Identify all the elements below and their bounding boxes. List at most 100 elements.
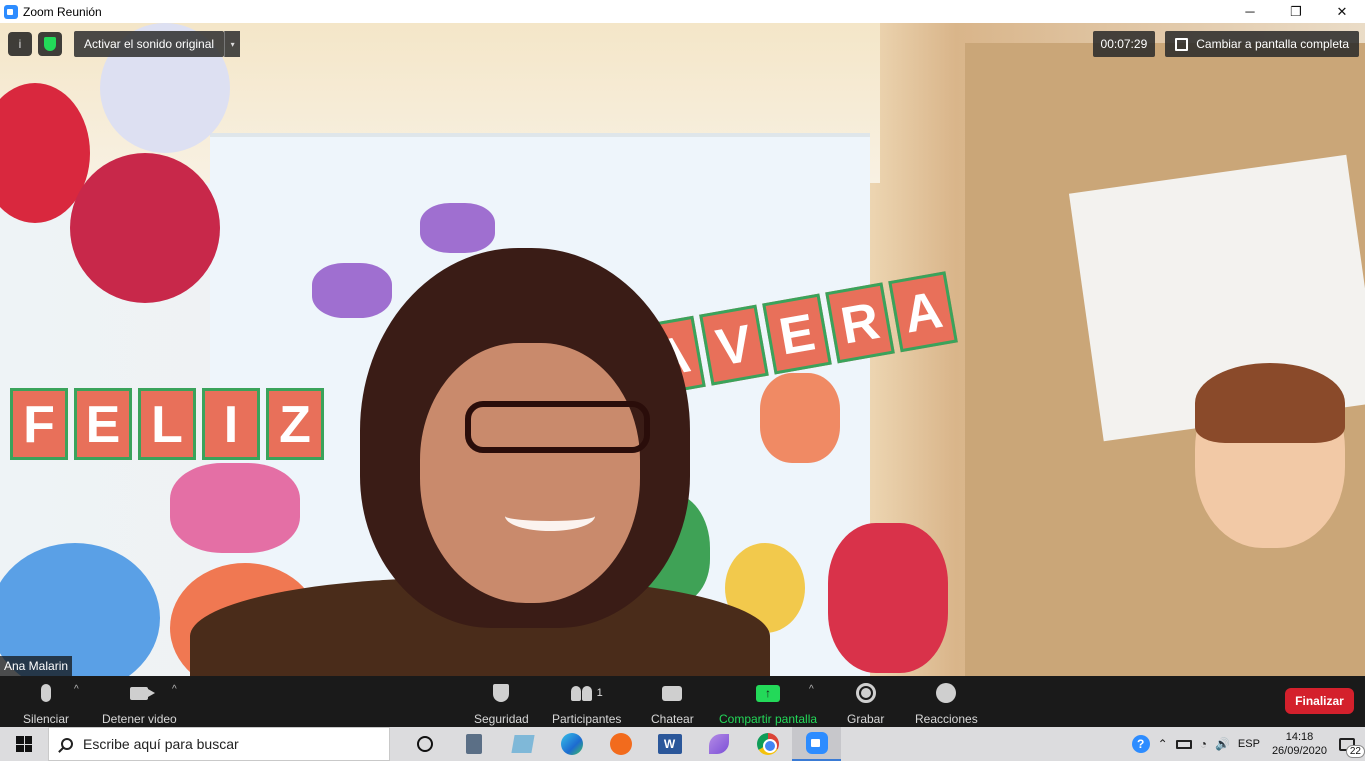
security-shield-icon [493, 684, 510, 702]
banner-letter: I [202, 388, 260, 460]
red-paper-flower [70, 153, 220, 303]
search-placeholder: Escribe aquí para buscar [83, 736, 239, 752]
action-center-button[interactable]: 22 [1335, 732, 1365, 758]
participants-button[interactable]: 1 Participantes [552, 680, 621, 726]
person-glasses [465, 401, 650, 453]
taskbar-app-sticky-notes[interactable] [498, 727, 547, 761]
share-screen-label: Compartir pantalla [719, 712, 818, 726]
taskbar-apps: W [400, 727, 841, 761]
share-screen-icon: ↑ [756, 684, 781, 702]
banner-letter: Z [266, 388, 324, 460]
microphone-icon [41, 684, 52, 702]
taskbar-app-word[interactable]: W [645, 727, 694, 761]
participants-icon [570, 685, 593, 701]
show-hidden-icons-chevron-icon[interactable]: ⌃ [1158, 737, 1168, 751]
volume-icon[interactable]: 🔊 [1215, 737, 1230, 751]
banner-letter: E [762, 293, 832, 375]
zoom-app-icon [4, 4, 18, 19]
windows-taskbar: Escribe aquí para buscar W ? ⌃ ◔ 🔊 ESP 1… [0, 727, 1365, 761]
help-icon[interactable]: ? [1131, 735, 1150, 753]
search-icon [61, 738, 73, 750]
mute-button[interactable]: Silenciar [23, 680, 69, 726]
record-label: Grabar [847, 712, 885, 726]
maximize-button[interactable]: ❐ [1273, 0, 1319, 23]
info-icon[interactable]: i [8, 32, 32, 56]
fullscreen-label: Cambiar a pantalla completa [1196, 37, 1349, 51]
edge-icon [560, 733, 583, 755]
feather-app-icon [708, 734, 729, 754]
window-titlebar: Zoom Reunión ─ ❐ ✕ [0, 0, 1365, 23]
wifi-icon[interactable]: ◔ [1200, 737, 1207, 751]
security-label: Seguridad [474, 712, 529, 726]
fullscreen-button[interactable]: Cambiar a pantalla completa [1165, 31, 1359, 57]
cortana-button[interactable] [400, 727, 449, 761]
chat-button[interactable]: Chatear [651, 680, 694, 726]
butterfly-decoration [420, 203, 495, 253]
participant-name-tag: Ana Malarin [0, 656, 73, 676]
audio-options-caret-icon[interactable]: ^ [74, 684, 79, 695]
reactions-label: Reacciones [915, 712, 978, 726]
banner-letter: E [74, 388, 132, 460]
close-button[interactable]: ✕ [1319, 0, 1365, 23]
share-screen-button[interactable]: ↑ Compartir pantalla [719, 680, 817, 726]
participant-video[interactable]: F E L I Z A V E R A [0, 23, 1365, 676]
taskbar-app-avast[interactable] [596, 727, 645, 761]
video-options-caret-icon[interactable]: ^ [172, 684, 177, 695]
mute-label: Silenciar [23, 712, 70, 726]
window-title: Zoom Reunión [23, 4, 102, 19]
calculator-icon [465, 734, 482, 754]
taskbar-app-chrome[interactable] [743, 727, 792, 761]
chat-bubble-icon [662, 685, 683, 701]
banner-letter: A [888, 271, 958, 353]
record-button[interactable]: Grabar [847, 680, 884, 726]
taskbar-search[interactable]: Escribe aquí para buscar [48, 727, 390, 761]
clock-date: 26/09/2020 [1271, 745, 1327, 757]
banner-letter: R [825, 282, 895, 364]
smiley-icon [936, 683, 957, 703]
record-icon [855, 683, 876, 703]
taskbar-app-feather[interactable] [694, 727, 743, 761]
original-sound-button[interactable]: Activar el sonido original [74, 31, 225, 57]
end-meeting-button[interactable]: Finalizar [1285, 688, 1354, 714]
ladybug-decoration [828, 523, 948, 673]
view-controls: 00:07:29 Cambiar a pantalla completa [1092, 31, 1359, 57]
participants-count: 1 [596, 687, 603, 699]
taskbar-app-calculator[interactable] [449, 727, 498, 761]
butterfly-decoration [760, 373, 840, 463]
banner-letter: L [138, 388, 196, 460]
banner-letter: F [10, 388, 68, 460]
start-button[interactable] [0, 727, 48, 761]
security-button[interactable]: Seguridad [474, 680, 529, 726]
taskbar-app-edge[interactable] [547, 727, 596, 761]
person-smile [505, 501, 595, 531]
battery-icon[interactable] [1175, 739, 1192, 749]
sticky-notes-icon [510, 735, 535, 753]
window-controls: ─ ❐ ✕ [1227, 0, 1365, 23]
taskbar-clock[interactable]: 14:18 26/09/2020 [1272, 730, 1327, 758]
input-language[interactable]: ESP [1238, 738, 1260, 750]
butterfly-decoration [170, 463, 300, 553]
participants-label: Participantes [552, 712, 622, 726]
share-options-caret-icon[interactable]: ^ [809, 684, 814, 695]
chrome-icon [756, 733, 779, 755]
feliz-banner: F E L I Z [10, 388, 324, 460]
meeting-toolbar: Silenciar ^ Detener video ^ Seguridad 1 … [0, 676, 1365, 727]
zoom-icon [805, 732, 828, 754]
video-camera-icon [130, 686, 156, 700]
windows-logo-icon [16, 736, 32, 752]
encryption-shield-icon[interactable] [38, 32, 62, 56]
cortana-icon [416, 736, 433, 752]
system-tray: ? ⌃ ◔ 🔊 ESP 14:18 26/09/2020 22 [1131, 727, 1365, 761]
reactions-button[interactable]: Reacciones [915, 680, 978, 726]
stop-video-button[interactable]: Detener video [102, 680, 177, 726]
taskbar-app-zoom[interactable] [792, 727, 841, 761]
notification-count: 22 [1345, 745, 1365, 758]
meeting-timer: 00:07:29 [1092, 31, 1156, 57]
original-sound-dropdown-icon[interactable]: ▾ [224, 31, 241, 57]
child-hair [1195, 363, 1345, 443]
fullscreen-icon [1175, 37, 1189, 51]
person-face [420, 343, 640, 603]
butterfly-decoration [312, 263, 392, 318]
stop-video-label: Detener video [102, 712, 177, 726]
minimize-button[interactable]: ─ [1227, 0, 1273, 23]
